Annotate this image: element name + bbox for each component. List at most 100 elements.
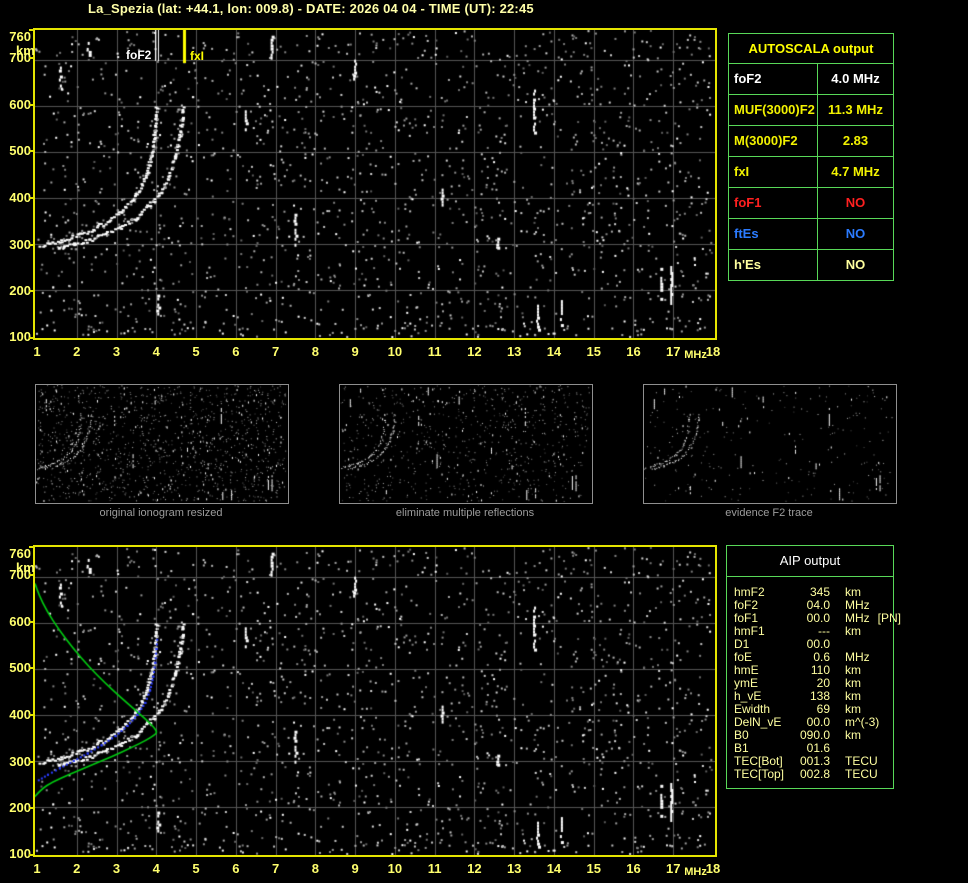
y-tick-label: 200 [0,284,31,297]
autoscala-param-label: ftEs [729,219,818,249]
aip-row-tec-top-: TEC[Top]002.8TECU [734,768,893,781]
y-axis-tickmark [29,337,33,339]
x-tick-label: 14 [539,862,569,875]
y-tick-label: 600 [0,615,31,628]
thumbnail-evidence-canvas [644,385,896,503]
aip-cell-unit: km [845,729,861,742]
aip-output-table: AIP output hmF2345kmfoF204.0MHzfoF100.0M… [726,545,894,789]
autoscala-table-header: AUTOSCALA output [729,34,893,64]
fxI-marker-label: fxI [190,50,204,62]
y-axis-tickmark [29,546,33,548]
y-axis-tickmark [29,244,33,246]
y-tick-label: 760 [0,547,31,560]
x-tick-label: 10 [380,345,410,358]
x-tick-label: 5 [181,345,211,358]
top-ionogram-plot [33,28,717,340]
y-axis-tickmark [29,807,33,809]
x-tick-label: 3 [102,345,132,358]
autoscala-param-value: 11.3 MHz [818,95,893,125]
x-tick-label: 10 [380,862,410,875]
x-tick-label: 2 [62,862,92,875]
x-tick-label: 3 [102,862,132,875]
autoscala-param-label: foF2 [729,64,818,94]
aip-cell-unit: TECU [845,768,878,781]
y-tick-label: 500 [0,144,31,157]
x-tick-label: 7 [261,345,291,358]
thumbnail-caption-eliminate: eliminate multiple reflections [339,507,591,519]
y-axis-tickmark [29,197,33,199]
x-tick-label: 5 [181,862,211,875]
y-axis-tickmark [29,104,33,106]
autoscala-param-value: 4.7 MHz [818,157,893,187]
y-tick-label: 500 [0,661,31,674]
aip-cell-unit: km [845,625,861,638]
autoscala-param-value: NO [818,250,893,280]
y-tick-label: 400 [0,708,31,721]
y-tick-label: 400 [0,191,31,204]
autoscala-param-label: M(3000)F2 [729,126,818,156]
y-axis-tickmark [29,29,33,31]
top-ionogram-canvas [35,30,715,338]
autoscala-param-value: NO [818,219,893,249]
thumbnail-eliminate-canvas [340,385,592,503]
x-tick-label: 8 [300,345,330,358]
x-tick-label: 12 [459,345,489,358]
thumbnail-original-ionogram [35,384,289,504]
y-tick-label: 300 [0,755,31,768]
y-axis-unit-label: km [16,561,35,574]
thumbnail-original-canvas [36,385,288,503]
aip-cell-param: TEC[Top] [734,768,794,781]
thumbnail-caption-evidence: evidence F2 trace [643,507,895,519]
autoscala-param-value: NO [818,188,893,218]
x-tick-label: 7 [261,862,291,875]
autoscala-param-label: foF1 [729,188,818,218]
x-tick-label: 6 [221,862,251,875]
y-axis-tickmark [29,667,33,669]
thumbnail-caption-original: original ionogram resized [35,507,287,519]
autoscala-row-m-3000-f2: M(3000)F22.83 [729,126,893,157]
autoscala-table-rows: foF24.0 MHzMUF(3000)F211.3 MHzM(3000)F22… [729,64,893,280]
aip-table-header: AIP output [727,546,893,577]
autoscala-row-h-es: h'EsNO [729,250,893,280]
x-tick-label: 11 [420,345,450,358]
y-tick-label: 100 [0,330,31,343]
x-tick-label: 12 [459,862,489,875]
autoscala-param-value: 4.0 MHz [818,64,893,94]
autoscala-param-value: 2.83 [818,126,893,156]
y-axis-tickmark [29,714,33,716]
y-axis-unit-label: km [16,44,35,57]
x-tick-label: 2 [62,345,92,358]
autoscala-row-fof1: foF1NO [729,188,893,219]
autoscala-row-ftes: ftEsNO [729,219,893,250]
y-axis-tickmark [29,854,33,856]
y-tick-label: 300 [0,238,31,251]
y-axis-tickmark [29,150,33,152]
autoscala-param-label: MUF(3000)F2 [729,95,818,125]
aip-table-rows: hmF2345kmfoF204.0MHzfoF100.0MHz[PN]hmF1-… [727,577,893,788]
autoscala-row-fof2: foF24.0 MHz [729,64,893,95]
x-axis-unit-label: MHz [684,350,707,361]
x-tick-label: 16 [618,345,648,358]
autoscala-param-label: fxI [729,157,818,187]
x-tick-label: 14 [539,345,569,358]
x-tick-label: 9 [340,862,370,875]
x-tick-label: 15 [579,345,609,358]
y-tick-label: 760 [0,30,31,43]
x-tick-label: 6 [221,345,251,358]
autoscala-param-label: h'Es [729,250,818,280]
x-tick-label: 8 [300,862,330,875]
x-tick-label: 11 [420,862,450,875]
y-axis-tickmark [29,621,33,623]
y-axis-tickmark [29,290,33,292]
autoscala-screen: La_Spezia (lat: +44.1, lon: 009.8) - DAT… [0,0,968,883]
y-tick-label: 200 [0,801,31,814]
bottom-ionogram-plot [33,545,717,857]
aip-cell-note: [PN] [878,612,901,625]
foF2-marker-label: foF2 [126,49,151,61]
bottom-ionogram-canvas [35,547,715,855]
x-tick-label: 9 [340,345,370,358]
y-axis-tickmark [29,761,33,763]
x-tick-label: 15 [579,862,609,875]
thumbnail-eliminate-reflections [339,384,593,504]
y-tick-label: 100 [0,847,31,860]
